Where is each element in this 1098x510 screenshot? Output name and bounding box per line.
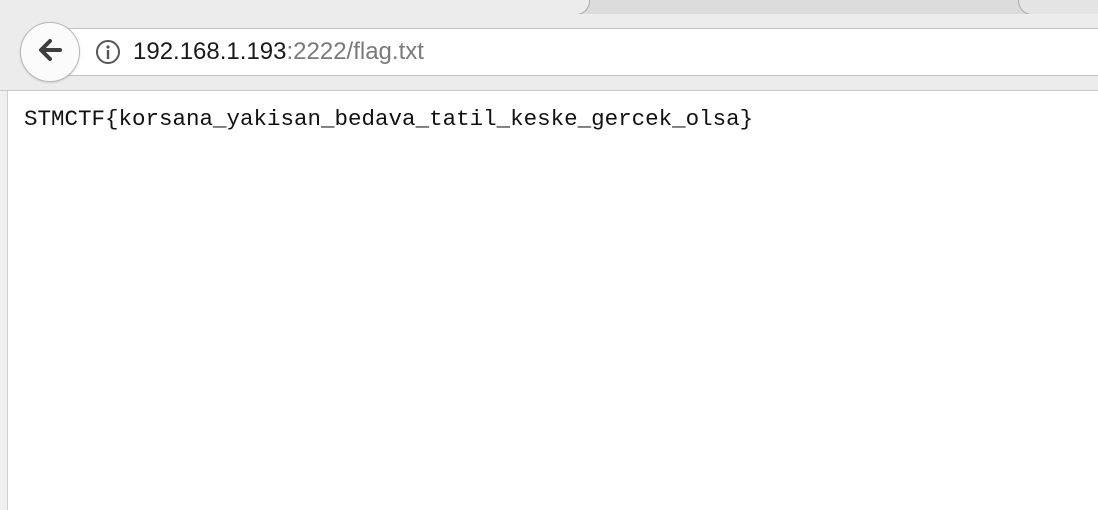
tab-active[interactable] <box>0 0 590 15</box>
browser-window: 192.168.1.193:2222/flag.txt STMCTF{korsa… <box>0 0 1098 510</box>
url-host: 192.168.1.193 <box>133 38 287 65</box>
navigation-toolbar: 192.168.1.193:2222/flag.txt <box>0 14 1098 91</box>
page-content: STMCTF{korsana_yakisan_bedava_tatil_kesk… <box>8 91 1098 510</box>
url-path: :2222/flag.txt <box>286 38 424 65</box>
url-text[interactable]: 192.168.1.193:2222/flag.txt <box>133 39 424 65</box>
back-button[interactable] <box>20 22 80 82</box>
background-window-edge <box>0 91 8 510</box>
arrow-left-icon <box>34 34 66 71</box>
info-circle-icon[interactable] <box>95 39 121 65</box>
file-text: STMCTF{korsana_yakisan_bedava_tatil_kesk… <box>24 106 754 132</box>
address-bar[interactable]: 192.168.1.193:2222/flag.txt <box>60 28 1098 76</box>
tab-other[interactable] <box>1018 0 1098 15</box>
